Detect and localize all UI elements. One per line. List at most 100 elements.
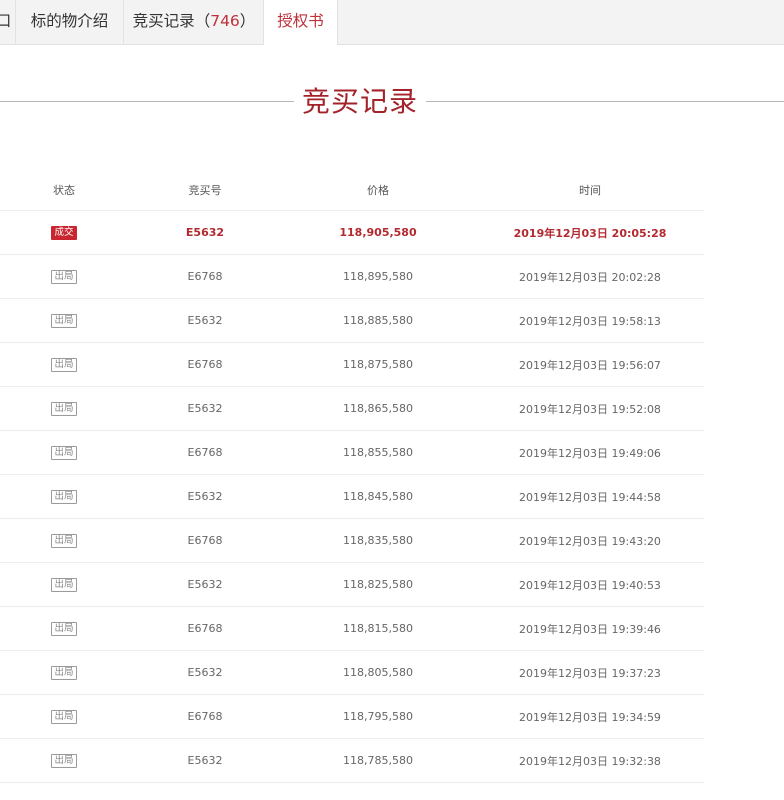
cell-price: 118,875,580 xyxy=(343,358,413,371)
cell-bid-number: E5632 xyxy=(187,402,223,415)
cell-price: 118,785,580 xyxy=(343,754,413,767)
cell-bid-number: E5632 xyxy=(187,314,223,327)
tab-records-count: 746 xyxy=(210,12,240,30)
table-body: 成交 E5632 118,905,580 2019年12月03日 20:05:28 出局… xyxy=(0,211,704,783)
cell-bid-number: E6768 xyxy=(187,622,223,635)
cell-price: 118,885,580 xyxy=(343,314,413,327)
cell-status: 出局 xyxy=(24,519,104,562)
tab-bar: 口 标的物介绍 竞买记录（746） 授权书 xyxy=(0,0,784,45)
table-row: 出局 E5632 118,825,580 2019年12月03日 19:40:53 xyxy=(0,563,704,607)
cell-status: 出局 xyxy=(24,651,104,694)
status-badge: 出局 xyxy=(51,533,77,548)
cell-time: 2019年12月03日 19:39:46 xyxy=(519,622,661,636)
status-badge: 出局 xyxy=(51,753,77,768)
table-row: 出局 E5632 118,805,580 2019年12月03日 19:37:23 xyxy=(0,651,704,695)
status-badge: 出局 xyxy=(51,445,77,460)
cell-price: 118,845,580 xyxy=(343,490,413,503)
cell-price: 118,895,580 xyxy=(343,270,413,283)
bid-records-table: 状态 竞买号 价格 时间 成交 E5632 118,905,580 2019年12月0… xyxy=(0,170,704,783)
tab-bid-records[interactable]: 竞买记录（746） xyxy=(124,0,264,44)
cell-status: 出局 xyxy=(24,607,104,650)
tab-item-introduction[interactable]: 标的物介绍 xyxy=(16,0,124,44)
status-badge: 出局 xyxy=(51,313,77,328)
status-badge: 出局 xyxy=(51,401,77,416)
status-badge: 出局 xyxy=(51,489,77,504)
status-badge: 出局 xyxy=(51,357,77,372)
cell-status: 出局 xyxy=(24,739,104,782)
cell-time: 2019年12月03日 19:40:53 xyxy=(519,578,661,592)
heading-divider-left xyxy=(0,101,294,102)
table-row: 出局 E6768 118,855,580 2019年12月03日 19:49:06 xyxy=(0,431,704,475)
cell-time: 2019年12月03日 19:52:08 xyxy=(519,402,661,416)
table-row: 出局 E6768 118,895,580 2019年12月03日 20:02:28 xyxy=(0,255,704,299)
tab-intro-label: 标的物介绍 xyxy=(30,12,109,30)
status-badge: 出局 xyxy=(51,665,77,680)
header-status: 状态 xyxy=(53,184,75,197)
cell-time: 2019年12月03日 20:05:28 xyxy=(513,226,667,240)
table-row: 出局 E5632 118,885,580 2019年12月03日 19:58:13 xyxy=(0,299,704,343)
status-badge: 出局 xyxy=(51,709,77,724)
cell-status: 出局 xyxy=(24,255,104,298)
cell-bid-number: E6768 xyxy=(187,358,223,371)
cell-price: 118,835,580 xyxy=(343,534,413,547)
header-price: 价格 xyxy=(367,184,389,197)
tab-records-paren-close: ） xyxy=(239,12,256,30)
cell-status: 成交 xyxy=(24,211,104,254)
tab-records-paren-open: （ xyxy=(194,12,211,30)
status-badge: 出局 xyxy=(51,269,77,284)
cell-status: 出局 xyxy=(24,695,104,738)
cell-status: 出局 xyxy=(24,343,104,386)
cell-status: 出局 xyxy=(24,299,104,342)
table-row: 出局 E5632 118,785,580 2019年12月03日 19:32:38 xyxy=(0,739,704,783)
cell-bid-number: E5632 xyxy=(187,754,223,767)
cell-price: 118,795,580 xyxy=(343,710,413,723)
page: 口 标的物介绍 竞买记录（746） 授权书 竞买记录 状态 竞买号 价格 时间 … xyxy=(0,0,784,800)
cell-bid-number: E6768 xyxy=(187,534,223,547)
tab-records-label: 竞买记录 xyxy=(132,12,195,30)
cell-price: 118,825,580 xyxy=(343,578,413,591)
cell-time: 2019年12月03日 19:32:38 xyxy=(519,754,661,768)
heading-divider-right xyxy=(426,101,784,102)
section-title: 竞买记录 xyxy=(301,85,418,118)
cell-status: 出局 xyxy=(24,431,104,474)
cell-price: 118,855,580 xyxy=(343,446,413,459)
cell-time: 2019年12月03日 19:58:13 xyxy=(519,314,661,328)
status-badge: 出局 xyxy=(51,577,77,592)
table-row: 出局 E5632 118,865,580 2019年12月03日 19:52:08 xyxy=(0,387,704,431)
table-row: 出局 E6768 118,875,580 2019年12月03日 19:56:07 xyxy=(0,343,704,387)
status-badge: 出局 xyxy=(51,621,77,636)
tab-partial[interactable]: 口 xyxy=(0,0,16,44)
cell-time: 2019年12月03日 19:37:23 xyxy=(519,666,661,680)
cell-time: 2019年12月03日 19:34:59 xyxy=(519,710,661,724)
table-row: 出局 E5632 118,845,580 2019年12月03日 19:44:58 xyxy=(0,475,704,519)
cell-time: 2019年12月03日 19:43:20 xyxy=(519,534,661,548)
cell-time: 2019年12月03日 19:56:07 xyxy=(519,358,661,372)
cell-time: 2019年12月03日 19:44:58 xyxy=(519,490,661,504)
cell-bid-number: E6768 xyxy=(187,446,223,459)
table-header: 状态 竞买号 价格 时间 xyxy=(0,170,704,211)
status-badge: 成交 xyxy=(51,225,77,240)
cell-bid-number: E5632 xyxy=(187,490,223,503)
cell-time: 2019年12月03日 20:02:28 xyxy=(519,270,661,284)
cell-status: 出局 xyxy=(24,563,104,606)
table-row: 出局 E6768 118,835,580 2019年12月03日 19:43:20 xyxy=(0,519,704,563)
cell-status: 出局 xyxy=(24,475,104,518)
cell-price: 118,805,580 xyxy=(343,666,413,679)
tab-partial-label: 口 xyxy=(0,12,12,30)
cell-bid-number: E5632 xyxy=(187,578,223,591)
cell-status: 出局 xyxy=(24,387,104,430)
cell-bid-number: E5632 xyxy=(185,226,225,239)
cell-price: 118,815,580 xyxy=(343,622,413,635)
cell-price: 118,865,580 xyxy=(343,402,413,415)
tab-auth-label: 授权书 xyxy=(277,12,324,30)
table-row: 出局 E6768 118,795,580 2019年12月03日 19:34:59 xyxy=(0,695,704,739)
header-time: 时间 xyxy=(579,184,601,197)
cell-price: 118,905,580 xyxy=(339,226,417,239)
tab-authorization[interactable]: 授权书 xyxy=(263,0,338,45)
table-row: 出局 E6768 118,815,580 2019年12月03日 19:39:46 xyxy=(0,607,704,651)
cell-bid-number: E5632 xyxy=(187,666,223,679)
cell-bid-number: E6768 xyxy=(187,710,223,723)
cell-time: 2019年12月03日 19:49:06 xyxy=(519,446,661,460)
header-bid-number: 竞买号 xyxy=(188,184,222,197)
cell-bid-number: E6768 xyxy=(187,270,223,283)
